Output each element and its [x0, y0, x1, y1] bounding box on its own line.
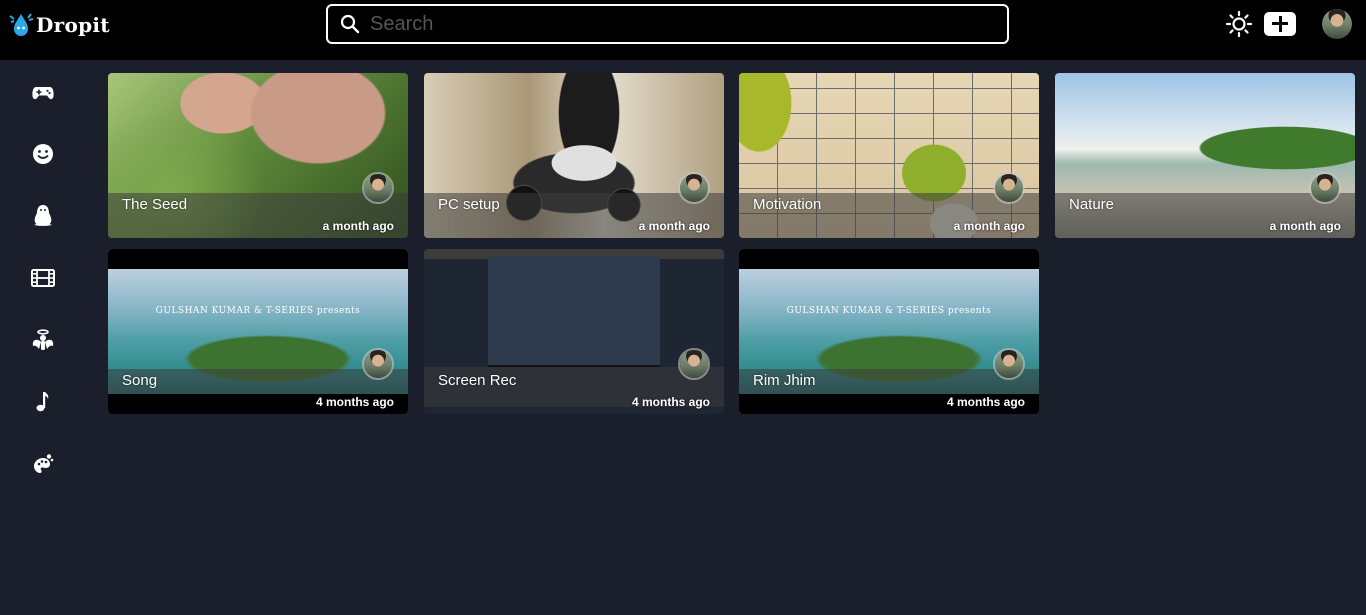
- video-time: a month ago: [322, 219, 394, 233]
- video-title: PC setup: [438, 196, 500, 213]
- app-name: Dropit: [36, 13, 110, 37]
- video-time: a month ago: [638, 219, 710, 233]
- search-bar: [326, 4, 1009, 44]
- video-card[interactable]: Screen Rec 4 months ago: [424, 249, 724, 414]
- sun-icon: [1225, 10, 1253, 38]
- sidebar-item-art[interactable]: [28, 449, 58, 479]
- drop-logo-icon: [6, 10, 36, 40]
- avatar[interactable]: [362, 172, 394, 204]
- top-bar: Dropit: [0, 0, 1366, 60]
- angel-icon: [32, 329, 54, 350]
- video-title: Nature: [1069, 196, 1115, 213]
- avatar[interactable]: [1322, 9, 1352, 39]
- film-icon: [31, 269, 55, 287]
- avatar[interactable]: [678, 348, 710, 380]
- search-icon: [330, 6, 370, 42]
- avatar[interactable]: [362, 348, 394, 380]
- search-input[interactable]: [370, 12, 970, 36]
- video-card[interactable]: GULSHAN KUMAR & T-SERIES presents Rim Jh…: [739, 249, 1039, 414]
- video-time: 4 months ago: [946, 395, 1025, 409]
- video-time: 4 months ago: [315, 395, 394, 409]
- video-title: Motivation: [753, 196, 822, 213]
- video-overlay-text: GULSHAN KUMAR & T-SERIES presents: [155, 306, 361, 316]
- video-title: Song: [122, 372, 158, 389]
- music-note-icon: [36, 392, 49, 412]
- video-title: Rim Jhim: [753, 372, 816, 389]
- sidebar-item-movies[interactable]: [28, 263, 58, 293]
- sidebar-item-spiritual[interactable]: [28, 325, 58, 355]
- avatar[interactable]: [993, 172, 1025, 204]
- video-card[interactable]: Nature a month ago: [1055, 73, 1355, 238]
- video-title: The Seed: [122, 196, 188, 213]
- sidebar-item-tech[interactable]: [28, 201, 58, 231]
- video-overlay-text: GULSHAN KUMAR & T-SERIES presents: [786, 306, 992, 316]
- video-card[interactable]: PC setup a month ago: [424, 73, 724, 238]
- video-time: 4 months ago: [631, 395, 710, 409]
- palette-icon: [34, 454, 54, 473]
- logo[interactable]: Dropit: [6, 10, 110, 40]
- avatar[interactable]: [1309, 172, 1341, 204]
- video-time: a month ago: [1269, 219, 1341, 233]
- gamepad-icon: [32, 87, 54, 100]
- video-card[interactable]: Motivation a month ago: [739, 73, 1039, 238]
- sidebar-item-comedy[interactable]: [28, 139, 58, 169]
- smile-icon: [33, 144, 53, 164]
- video-title: Screen Rec: [438, 372, 517, 389]
- video-card[interactable]: GULSHAN KUMAR & T-SERIES presents Song 4…: [108, 249, 408, 414]
- video-time: a month ago: [953, 219, 1025, 233]
- avatar[interactable]: [678, 172, 710, 204]
- sidebar-item-gaming[interactable]: [28, 78, 58, 108]
- penguin-icon: [34, 205, 52, 226]
- upload-button[interactable]: [1264, 12, 1296, 36]
- theme-toggle-button[interactable]: [1225, 10, 1253, 38]
- avatar[interactable]: [993, 348, 1025, 380]
- sidebar-item-music[interactable]: [28, 387, 58, 417]
- video-card[interactable]: The Seed a month ago: [108, 73, 408, 238]
